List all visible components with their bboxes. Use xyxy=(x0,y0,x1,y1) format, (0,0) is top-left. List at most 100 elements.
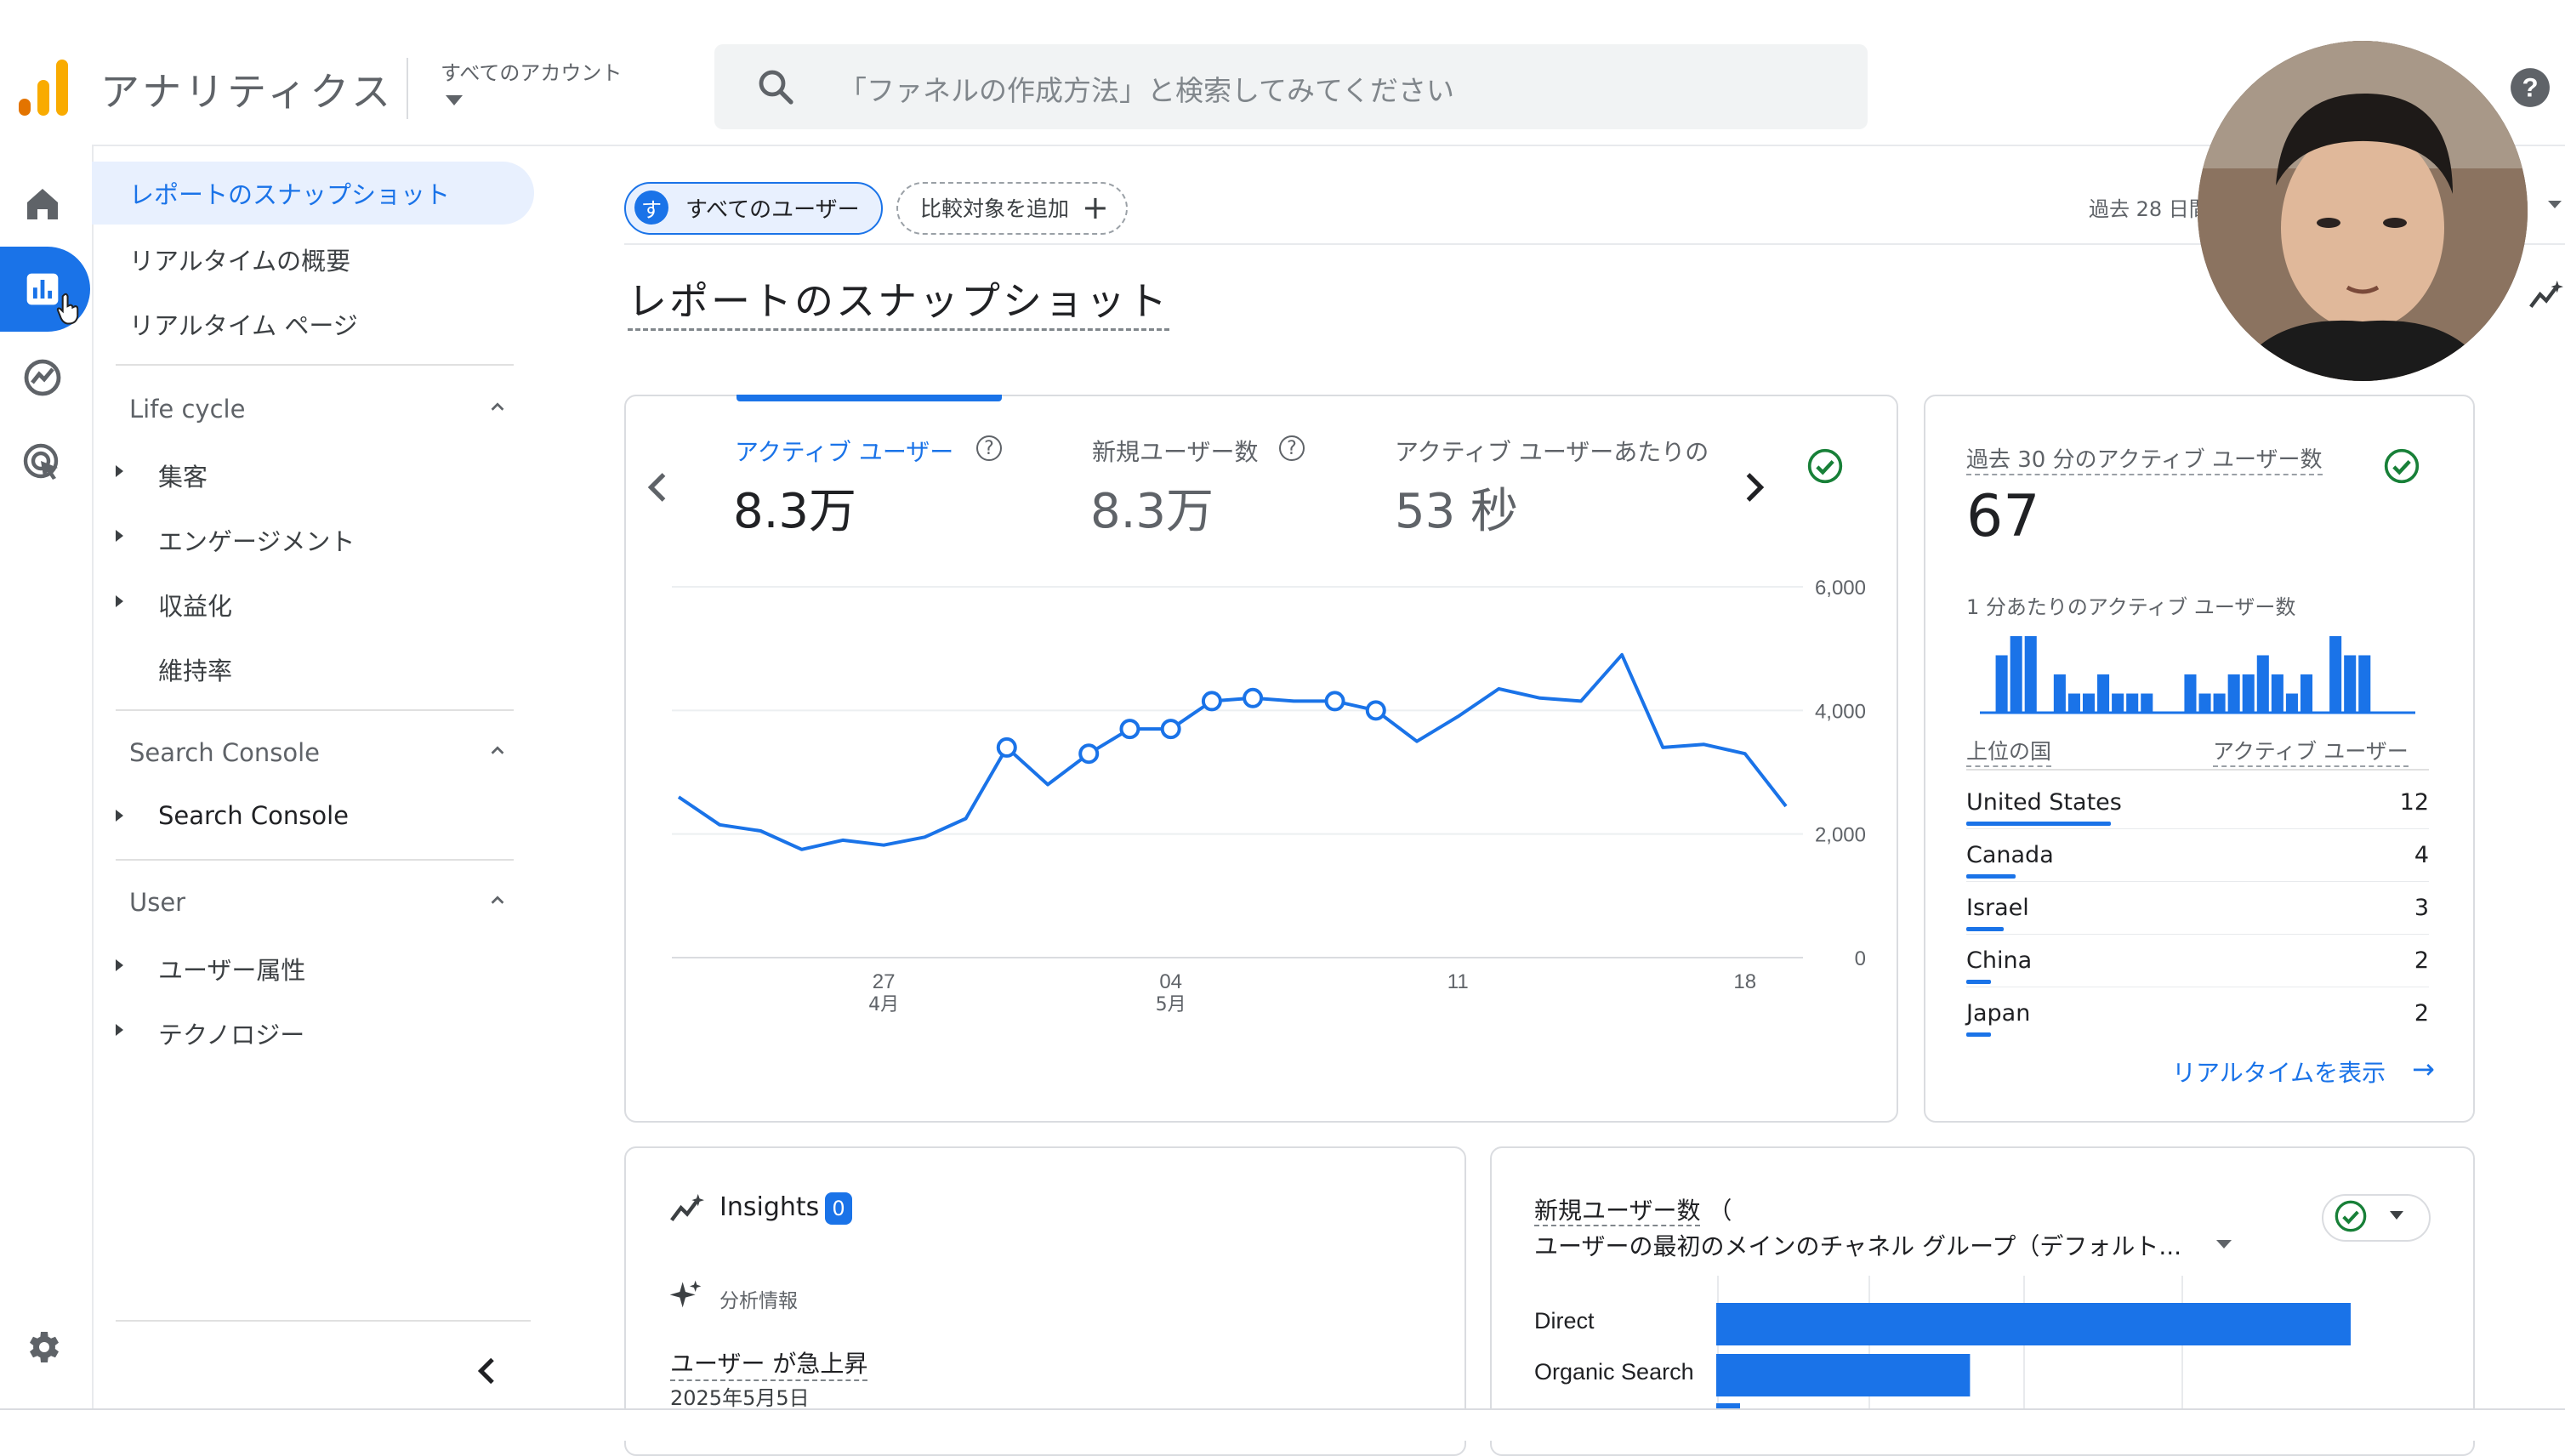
per-minute-bar xyxy=(1995,655,2008,713)
country-share-bar xyxy=(1966,927,2004,931)
account-selector[interactable]: すべてのアカウント xyxy=(441,56,622,86)
expand-arrow-icon[interactable] xyxy=(116,810,123,822)
expand-arrow-icon[interactable] xyxy=(116,530,123,542)
check-circle-icon[interactable] xyxy=(2383,447,2420,485)
arrow-right-icon[interactable]: → xyxy=(2412,1053,2435,1085)
nav-item-search-console[interactable]: Search Console xyxy=(158,801,349,830)
x-tick-label: 04 xyxy=(1159,970,1182,993)
x-tick-month-label: 5月 xyxy=(1156,994,1186,1015)
nav-section-lifecycle[interactable]: Life cycle xyxy=(129,395,245,424)
caret-down-icon[interactable] xyxy=(2390,1211,2403,1220)
x-tick-label: 27 xyxy=(873,970,896,993)
country-count: 2 xyxy=(2414,1000,2429,1027)
nav-section-user[interactable]: User xyxy=(129,888,185,917)
y-tick-label: 6,000 xyxy=(1815,578,1866,600)
nav-item-report-snapshot[interactable]: レポートのスナップショット xyxy=(129,175,450,211)
expand-arrow-icon[interactable] xyxy=(116,1024,123,1036)
x-tick-label: 18 xyxy=(1733,970,1756,993)
nav-item-demographics[interactable]: ユーザー属性 xyxy=(158,951,305,987)
data-point-marker xyxy=(1365,700,1386,721)
row-divider xyxy=(1966,934,2429,935)
x-tick-month-label: 4月 xyxy=(868,994,899,1015)
nav-item-engagement[interactable]: エンゲージメント xyxy=(158,522,355,558)
chevron-left-icon[interactable] xyxy=(645,466,670,509)
dimension-caret-down-icon[interactable] xyxy=(2216,1240,2232,1248)
country-name: Israel xyxy=(1966,895,2029,921)
metric-tab-active-users[interactable]: アクティブ ユーザー xyxy=(735,434,953,468)
per-minute-bar xyxy=(2227,674,2240,713)
active-users-header: アクティブ ユーザー xyxy=(2213,735,2409,767)
add-comparison-label: 比較対象を追加 xyxy=(920,196,1070,221)
check-circle-icon[interactable] xyxy=(2334,1199,2368,1233)
realtime-active-users-value: 67 xyxy=(1966,483,2040,550)
expand-arrow-icon[interactable] xyxy=(116,959,123,971)
per-minute-bar xyxy=(2112,693,2124,713)
nav-item-realtime-pages[interactable]: リアルタイム ページ xyxy=(129,306,358,342)
per-minute-bar xyxy=(2358,655,2371,713)
country-name: China xyxy=(1966,947,2033,974)
per-minute-bar xyxy=(2053,674,2066,713)
nav-item-retention[interactable]: 維持率 xyxy=(158,651,232,687)
check-circle-icon[interactable] xyxy=(1806,447,1844,485)
nav-item-acquisition[interactable]: 集客 xyxy=(158,458,208,493)
nav-item-technology[interactable]: テクノロジー xyxy=(158,1015,304,1051)
table-divider xyxy=(1966,769,2429,771)
channel-dimension-label[interactable]: ユーザーの最初のメインのチャネル グループ（デフォルト... xyxy=(1534,1228,2181,1262)
country-share-bar xyxy=(1966,980,1991,984)
per-minute-bar xyxy=(2256,655,2269,713)
nav-item-monetization[interactable]: 収益化 xyxy=(158,587,232,623)
view-realtime-link[interactable]: リアルタイムを表示 xyxy=(2172,1055,2386,1089)
date-caret-down-icon[interactable] xyxy=(2548,201,2562,208)
settings-gear-icon[interactable] xyxy=(22,1327,63,1368)
caret-down-icon[interactable] xyxy=(446,95,463,105)
chevron-right-icon[interactable] xyxy=(1742,466,1767,509)
help-circle-icon[interactable]: ? xyxy=(976,435,1002,461)
data-point-marker xyxy=(1243,687,1264,708)
svg-text:?: ? xyxy=(2522,72,2538,102)
active-users-series-line xyxy=(677,652,1788,851)
cursor-hand-icon xyxy=(56,293,79,325)
presenter-video-image xyxy=(2198,41,2528,381)
help-icon[interactable]: ? xyxy=(2509,66,2551,109)
per-minute-bar xyxy=(2198,693,2211,713)
expand-arrow-icon[interactable] xyxy=(116,465,123,477)
explore-icon[interactable] xyxy=(22,357,63,398)
search-input[interactable]: 「ファネルの作成方法」と検索してみてください xyxy=(839,68,1454,109)
chevron-up-icon[interactable] xyxy=(488,742,507,760)
metric-value-new-users: 8.3万 xyxy=(1090,484,1214,539)
chevron-up-icon[interactable] xyxy=(488,891,507,910)
per-minute-bar xyxy=(2242,674,2255,713)
per-minute-bar xyxy=(2344,655,2357,713)
country-count: 3 xyxy=(2414,895,2429,921)
metric-tab-engagement-time[interactable]: アクティブ ユーザーあたりの xyxy=(1395,434,1709,468)
expand-arrow-icon[interactable] xyxy=(116,595,123,607)
country-share-bar xyxy=(1966,822,2111,826)
per-minute-bar xyxy=(2285,693,2298,713)
insights-sparkline-icon[interactable] xyxy=(2528,279,2565,313)
webcam-overlay xyxy=(2198,41,2528,381)
metric-tab-new-users[interactable]: 新規ユーザー数 xyxy=(1092,434,1258,468)
country-count: 12 xyxy=(2399,789,2429,816)
collapse-chevron-left-icon[interactable] xyxy=(475,1356,500,1386)
nav-section-search-console[interactable]: Search Console xyxy=(129,738,320,767)
date-range-selector[interactable]: 過去 28 日間 xyxy=(2089,192,2210,222)
metric-value-engagement-time: 53 秒 xyxy=(1395,484,1519,539)
channel-metric-label[interactable]: 新規ユーザー数 xyxy=(1534,1197,1701,1226)
data-point-marker xyxy=(1160,719,1181,740)
realtime-per-minute-label: 1 分あたりのアクティブ ユーザー数 xyxy=(1966,595,2296,619)
nav-item-realtime-overview[interactable]: リアルタイムの概要 xyxy=(129,242,350,277)
country-count: 4 xyxy=(2414,842,2429,868)
metric-value-active-users: 8.3万 xyxy=(733,484,857,539)
country-row: Israel 3 xyxy=(1966,884,2429,936)
insight-item-title[interactable]: ユーザー が急上昇 xyxy=(670,1345,868,1381)
insights-count-badge: 0 xyxy=(825,1192,852,1225)
help-circle-icon[interactable]: ? xyxy=(1279,435,1305,461)
nav-divider xyxy=(116,364,514,366)
per-minute-bar xyxy=(2010,636,2022,713)
active-users-line-chart: 6,000 4,000 2,000 0 274月 045月 11 18 xyxy=(672,578,1866,1015)
analytics-logo-icon[interactable] xyxy=(19,60,70,116)
advertising-icon[interactable] xyxy=(22,442,63,483)
per-minute-bar xyxy=(2184,674,2197,713)
home-icon[interactable] xyxy=(22,184,63,225)
chevron-up-icon[interactable] xyxy=(488,398,507,417)
